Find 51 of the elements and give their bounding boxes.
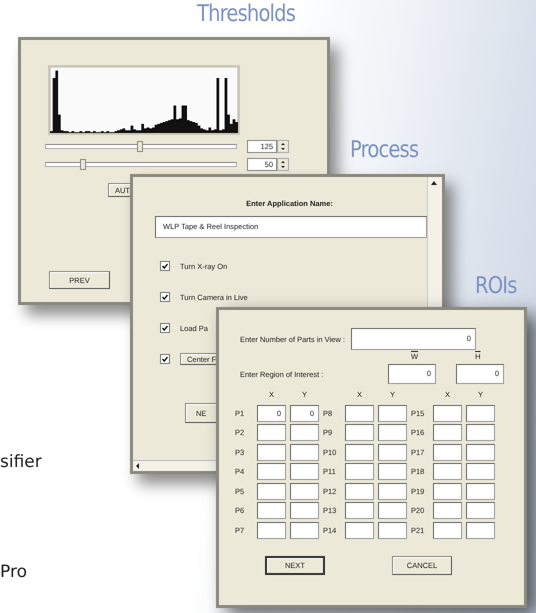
caption: Thresholds: [197, 1, 296, 27]
checkbox[interactable]: [160, 292, 170, 302]
input-field[interactable]: [378, 522, 407, 538]
input-field[interactable]: [345, 424, 374, 441]
input-field[interactable]: [466, 502, 495, 519]
input-field[interactable]: [345, 444, 374, 460]
spinner-icon[interactable]: [277, 140, 289, 152]
checkbox[interactable]: [160, 323, 170, 333]
input-field[interactable]: [466, 404, 495, 422]
input-field[interactable]: [257, 502, 286, 519]
input-field[interactable]: [433, 444, 462, 460]
input-field[interactable]: [466, 424, 495, 441]
input-field[interactable]: [290, 502, 319, 519]
input-field[interactable]: [378, 482, 407, 500]
input-field[interactable]: [257, 522, 286, 538]
input-field[interactable]: [345, 482, 374, 500]
input-field[interactable]: [466, 482, 495, 500]
input-field[interactable]: [378, 444, 407, 460]
input-field[interactable]: [257, 444, 286, 460]
input-field[interactable]: [290, 444, 319, 460]
input-field[interactable]: [290, 463, 319, 480]
input-field[interactable]: [378, 463, 407, 480]
checkbox[interactable]: [160, 261, 170, 271]
input-field[interactable]: [345, 502, 374, 519]
input-field[interactable]: [290, 522, 319, 538]
input-field[interactable]: [433, 463, 462, 480]
spinner-icon[interactable]: [277, 158, 289, 170]
checkbox[interactable]: [160, 354, 170, 364]
input-field[interactable]: [433, 482, 462, 500]
input-field[interactable]: [345, 522, 374, 538]
input-field[interactable]: [433, 522, 462, 538]
input-field[interactable]: [345, 463, 374, 480]
input-field[interactable]: [466, 463, 495, 480]
input-field[interactable]: [257, 424, 286, 441]
input-field[interactable]: [378, 404, 407, 422]
input-field[interactable]: [378, 502, 407, 519]
input-field[interactable]: [290, 424, 319, 441]
input-field[interactable]: [433, 502, 462, 519]
input-field[interactable]: [466, 444, 495, 460]
input-field[interactable]: [290, 482, 319, 500]
side-text: sifier: [0, 452, 42, 472]
caption: ROIs: [475, 273, 517, 299]
input-field[interactable]: [257, 463, 286, 480]
input-field[interactable]: [345, 404, 374, 422]
input-field[interactable]: [466, 522, 495, 538]
caption: Process: [350, 137, 418, 163]
input-field[interactable]: [433, 424, 462, 441]
input-field[interactable]: [433, 404, 462, 422]
input-field[interactable]: [257, 482, 286, 500]
side-text: Pro: [0, 562, 27, 582]
input-field[interactable]: [378, 424, 407, 441]
